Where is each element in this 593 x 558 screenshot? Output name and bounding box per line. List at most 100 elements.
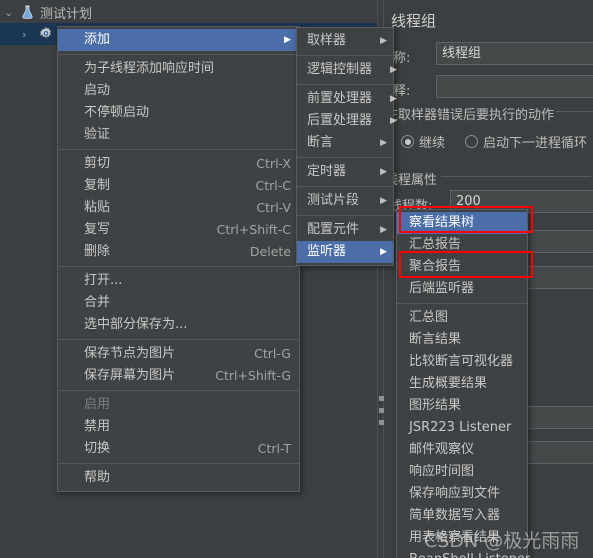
add-submenu-item-label: 配置元件 [307,222,360,237]
listener-submenu-item[interactable]: 汇总报告 [397,234,527,256]
listener-submenu-item[interactable]: 简单数据写入器 [397,505,527,527]
context-menu-item-label: 选中部分保存为... [84,317,188,332]
tree-item-test-plan[interactable]: ⌄ 测试计划 [0,1,92,23]
listener-submenu-item-label: 察看结果树 [409,215,475,230]
name-input[interactable]: 线程组 [436,42,593,65]
context-menu-item[interactable]: 合并 [58,292,299,314]
add-submenu[interactable]: 取样器 ▶ 逻辑控制器 ▶ 前置处理器 ▶ 后置处理器 ▶ 断言 ▶ 定时器 ▶ 测试片段 ▶ 配置元件 ▶ 监… [296,27,397,266]
chevron-right-icon: ▶ [380,166,387,177]
listener-submenu-item-label: 保存响应到文件 [409,486,501,501]
context-menu-item-label: 保存屏幕为图片 [84,368,176,383]
context-menu-item[interactable]: 打开... [58,270,299,292]
menu-item-shortcut: Ctrl-X [256,156,291,171]
gear-icon [37,26,54,43]
context-menu-item[interactable]: 启动 [58,80,299,102]
menu-separator [297,215,393,216]
context-menu-item[interactable]: 选中部分保存为... [58,314,299,336]
radio-next-loop-dot [465,135,478,148]
context-menu-item-label: 粘贴 [84,200,111,215]
menu-item-shortcut: Ctrl+Shift-C [216,222,291,237]
add-submenu-item-label: 取样器 [307,33,347,48]
add-submenu-item-label: 断言 [307,135,334,150]
context-menu-item-label: 复写 [84,222,111,237]
listener-submenu-item[interactable]: 汇总图 [397,307,527,329]
chevron-right-icon: ▶ [390,93,397,104]
context-menu-item-label: 复制 [84,178,111,193]
chevron-right-icon: ▶ [380,137,387,148]
radio-next-loop-label: 启动下一进程循环 [483,136,588,151]
context-menu-item-label: 添加 [84,32,111,47]
menu-item-shortcut: Ctrl-G [254,346,291,361]
add-submenu-item[interactable]: 配置元件 ▶ [297,219,393,241]
context-menu-item[interactable]: 删除 Delete [58,241,299,263]
add-submenu-item-label: 定时器 [307,164,347,179]
radio-next-loop[interactable]: 启动下一进程循环 [465,132,587,151]
listener-submenu-item[interactable]: 邮件观察仪 [397,439,527,461]
radio-continue[interactable]: 继续 [401,132,445,151]
listener-submenu-item-label: 汇总图 [409,310,449,325]
context-menu-item-label: 帮助 [84,470,111,485]
listener-submenu-item[interactable]: 比较断言可视化器 [397,351,527,373]
listener-submenu-item[interactable]: 保存响应到文件 [397,483,527,505]
context-menu-item[interactable]: 复制 Ctrl-C [58,175,299,197]
context-menu-item-label: 保存节点为图片 [84,346,176,361]
context-menu-item-label: 合并 [84,295,111,310]
chevron-right-icon: ▶ [390,64,397,75]
menu-item-shortcut: Ctrl-V [256,200,291,215]
listener-submenu-item-label: 比较断言可视化器 [409,354,514,369]
duration-input[interactable] [525,406,593,429]
context-menu-item[interactable]: 复写 Ctrl+Shift-C [58,219,299,241]
menu-separator [397,303,527,304]
context-menu-item-label: 禁用 [84,419,111,434]
context-menu-item[interactable]: 禁用 [58,416,299,438]
add-submenu-item[interactable]: 监听器 ▶ [297,241,393,263]
context-menu-item[interactable]: 验证 [58,124,299,146]
add-submenu-item[interactable]: 后置处理器 ▶ [297,110,397,132]
context-menu-item[interactable]: 粘贴 Ctrl-V [58,197,299,219]
context-menu-item[interactable]: 切换 Ctrl-T [58,438,299,460]
watermark-text: CSDN @极光雨雨 [424,530,580,552]
menu-separator [297,157,393,158]
add-submenu-item[interactable]: 定时器 ▶ [297,161,393,183]
listener-submenu-item[interactable]: JSR223 Listener [397,417,527,439]
context-menu-item[interactable]: 保存屏幕为图片 Ctrl+Shift-G [58,365,299,387]
listener-submenu-item[interactable]: 生成概要结果 [397,373,527,395]
context-menu-item[interactable]: 为子线程添加响应时间 [58,58,299,80]
context-menu-item[interactable]: 帮助 [58,467,299,489]
add-submenu-item[interactable]: 取样器 ▶ [297,30,393,52]
menu-separator [58,339,299,340]
group-divider [556,111,593,112]
add-submenu-item[interactable]: 测试片段 ▶ [297,190,393,212]
listener-submenu[interactable]: 察看结果树汇总报告聚合报告 后端监听器汇总图断言结果比较断言可视化器生成概要结果图… [396,209,530,558]
listener-submenu-item[interactable]: 后端监听器 [397,278,527,300]
listener-submenu-item[interactable]: 断言结果 [397,329,527,351]
listener-submenu-item[interactable]: 图形结果 [397,395,527,417]
context-menu-item-label: 验证 [84,127,111,142]
chevron-right-icon: ▶ [380,224,387,235]
listener-submenu-item[interactable]: 察看结果树 [397,212,527,234]
add-submenu-item[interactable]: 逻辑控制器 ▶ [297,59,397,81]
context-menu[interactable]: 添加 ▶ 为子线程添加响应时间 启动 不停顿启动验证剪切 Ctrl-X 复制 Ctrl-C 粘贴… [57,26,300,492]
chevron-down-icon[interactable]: ⌄ [4,6,15,19]
listener-submenu-item[interactable]: 响应时间图 [397,461,527,483]
comment-input[interactable] [436,75,593,98]
listener-submenu-item-label: 断言结果 [409,332,462,347]
radio-continue-dot [401,135,414,148]
context-menu-item[interactable]: 添加 ▶ [58,29,299,51]
menu-item-shortcut: Ctrl-C [255,178,291,193]
group-divider [441,176,591,177]
context-menu-item[interactable]: 不停顿启动 [58,102,299,124]
chevron-right-icon[interactable]: › [22,28,33,41]
listener-submenu-item[interactable]: 聚合报告 [397,256,527,278]
menu-separator [58,266,299,267]
add-submenu-item[interactable]: 断言 ▶ [297,132,393,154]
chevron-right-icon: ▶ [380,195,387,206]
add-submenu-item-label: 测试片段 [307,193,360,208]
context-menu-item[interactable]: 剪切 Ctrl-X [58,153,299,175]
menu-separator [297,84,393,85]
add-submenu-item-label: 逻辑控制器 [307,62,373,77]
listener-submenu-item-label: 汇总报告 [409,237,462,252]
startup-delay-input[interactable] [525,441,593,464]
add-submenu-item[interactable]: 前置处理器 ▶ [297,88,397,110]
context-menu-item[interactable]: 保存节点为图片 Ctrl-G [58,343,299,365]
